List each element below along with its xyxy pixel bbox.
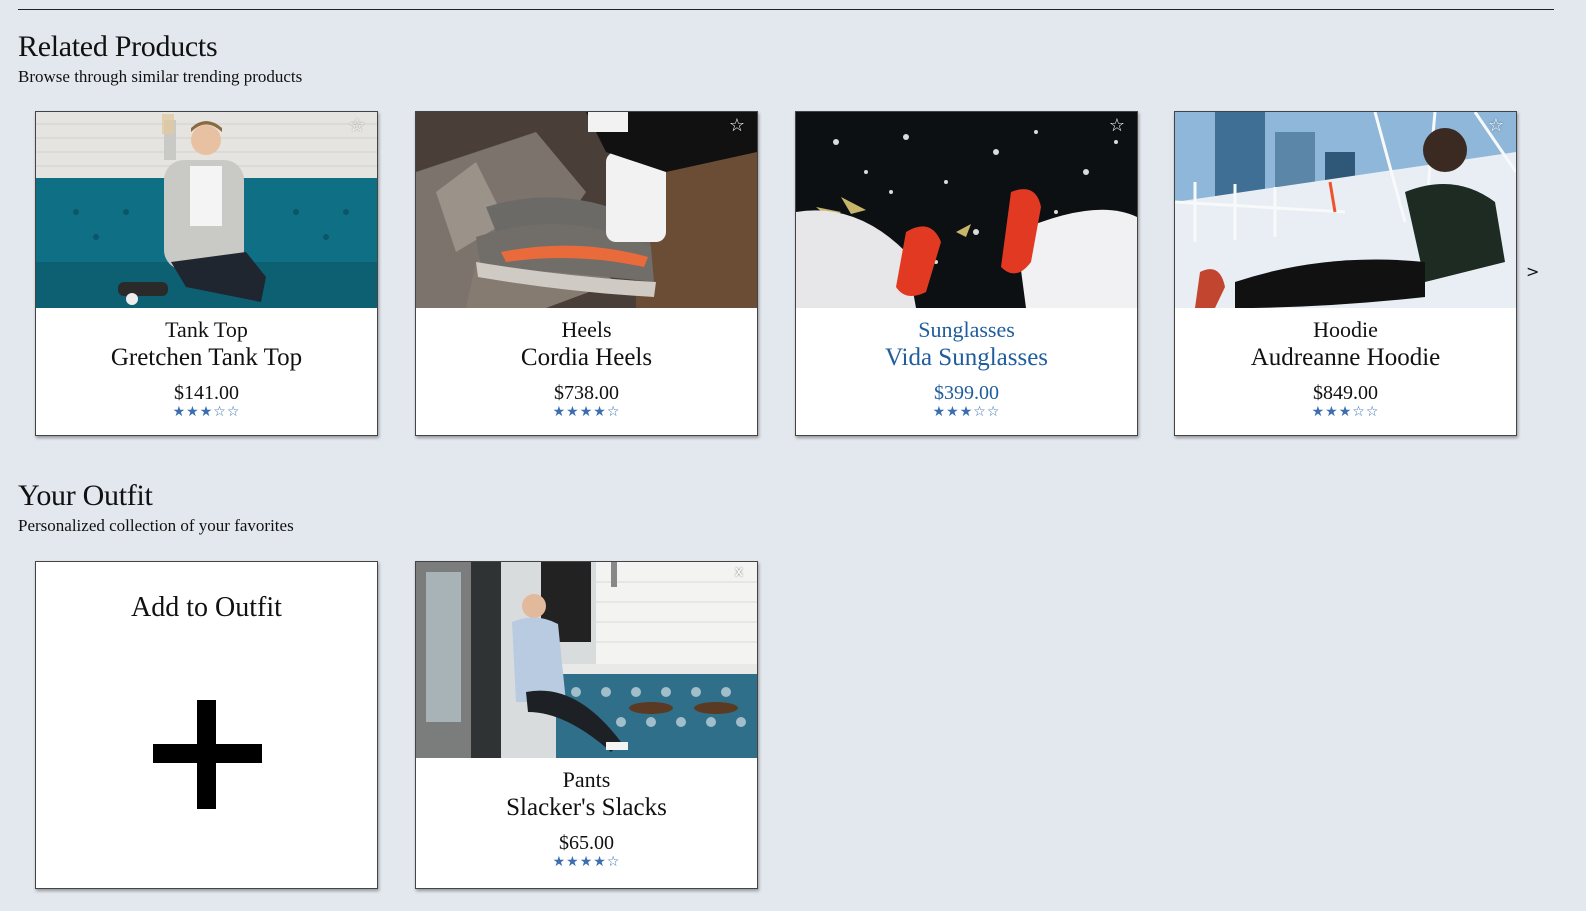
product-category: Pants — [562, 767, 611, 792]
product-price: $65.00 — [559, 832, 614, 854]
product-price: $141.00 — [174, 382, 239, 404]
product-name: Slacker's Slacks — [506, 794, 667, 821]
star-rating: ★★★☆☆ — [172, 404, 241, 420]
add-to-outfit-star-icon[interactable]: ☆ — [1486, 116, 1506, 136]
product-category: Hoodie — [1313, 317, 1378, 342]
star-rating: ★★★★☆ — [552, 854, 621, 870]
product-image[interactable] — [796, 112, 1137, 308]
product-image[interactable] — [1175, 112, 1516, 308]
add-to-outfit-star-icon[interactable]: ☆ — [727, 116, 747, 136]
product-price: $399.00 — [934, 382, 999, 404]
product-card[interactable]: ☆ Heels Cordia Heels $738.00 ★★★★☆ — [415, 111, 758, 436]
add-to-outfit-card[interactable]: Add to Outfit — [35, 561, 378, 889]
product-name: Audreanne Hoodie — [1250, 344, 1441, 371]
related-products-title: Related Products — [18, 30, 218, 63]
product-card[interactable]: ☆ Tank Top Gretchen Tank Top $141.00 ★★★… — [35, 111, 378, 436]
product-price: $849.00 — [1313, 382, 1378, 404]
your-outfit-title: Your Outfit — [18, 479, 153, 512]
related-products-subtitle: Browse through similar trending products — [18, 67, 303, 86]
carousel-next-arrow-icon[interactable]: > — [1526, 262, 1539, 281]
top-divider — [18, 9, 1554, 10]
product-name: Gretchen Tank Top — [110, 344, 303, 371]
add-to-outfit-label: Add to Outfit — [131, 592, 282, 623]
star-rating: ★★★★☆ — [552, 404, 621, 420]
star-rating: ★★★☆☆ — [932, 404, 1001, 420]
product-category: Sunglasses — [918, 317, 1015, 342]
product-price: $738.00 — [554, 382, 619, 404]
remove-from-outfit-close-icon[interactable]: x — [735, 564, 743, 580]
product-card[interactable]: ☆ Sunglasses Vida Sunglasses $399.00 ★★★… — [795, 111, 1138, 436]
product-category: Heels — [561, 317, 612, 342]
your-outfit-subtitle: Personalized collection of your favorite… — [18, 516, 294, 535]
star-rating: ★★★☆☆ — [1311, 404, 1380, 420]
product-image[interactable] — [416, 562, 757, 758]
add-to-outfit-star-icon[interactable]: ☆ — [347, 116, 367, 136]
product-card[interactable]: ☆ Hoodie Audreanne Hoodie $849.00 ★★★☆☆ — [1174, 111, 1517, 436]
product-name: Cordia Heels — [520, 344, 653, 371]
product-image[interactable] — [416, 112, 757, 308]
outfit-item-card[interactable]: x Pants Slacker's Slacks $65.00 ★★★★☆ — [415, 561, 758, 889]
add-to-outfit-star-icon[interactable]: ☆ — [1107, 116, 1127, 136]
product-image[interactable] — [36, 112, 377, 308]
product-category: Tank Top — [165, 317, 248, 342]
product-name: Vida Sunglasses — [884, 344, 1049, 371]
